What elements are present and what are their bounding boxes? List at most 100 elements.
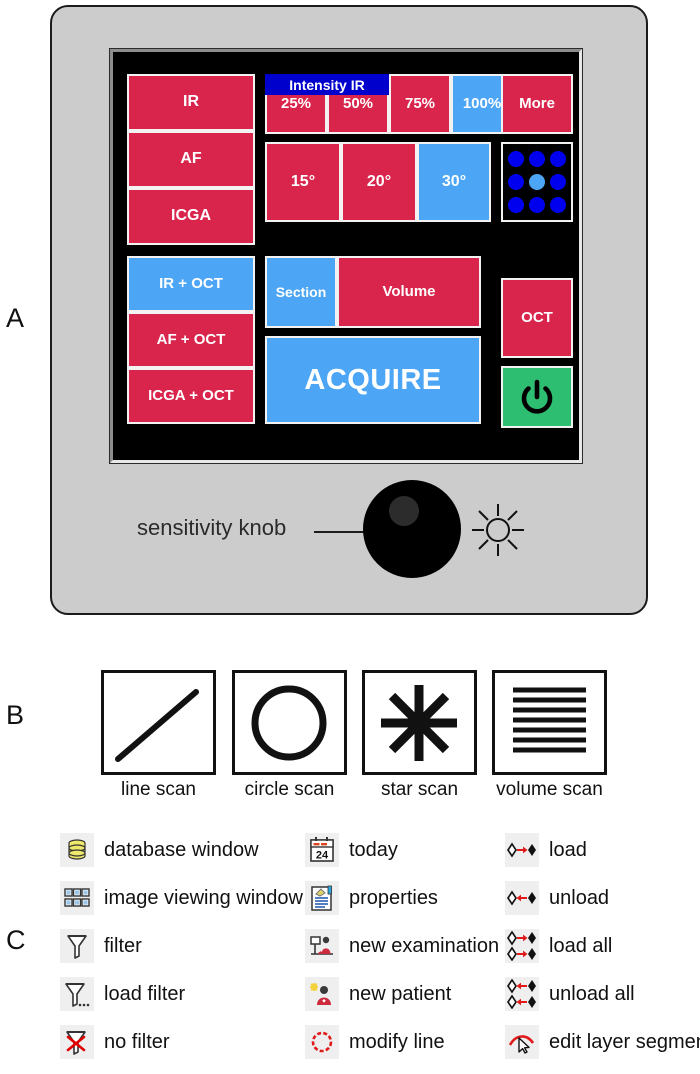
scan-caption: circle scan (244, 779, 335, 800)
legend-item-properties: properties (305, 874, 505, 922)
knob-indicator-dot (389, 496, 419, 526)
edit-layer-segmentation-icon[interactable] (505, 1025, 539, 1059)
circle-scan-icon (251, 685, 327, 761)
button-icga-oct[interactable]: ICGA + OCT (127, 368, 255, 424)
database-window-icon[interactable] (60, 833, 94, 867)
legend-label: unload all (549, 982, 635, 1005)
legend-label: properties (349, 886, 438, 909)
touchscreen-bezel: IR AF ICGA 25% 50% 75% 100% Intensity IR… (109, 48, 583, 464)
knob-leader-line (314, 531, 370, 533)
legend-item-unload: unload (505, 874, 700, 922)
button-section[interactable]: Section (265, 256, 337, 328)
legend-label: load all (549, 934, 613, 957)
intensity-group-title: Intensity IR (265, 74, 389, 95)
scan-caption: volume scan (496, 779, 603, 800)
legend-column-3: load unload load all unload all edit lay… (505, 826, 700, 1066)
legend-item-load-all: load all (505, 922, 700, 970)
load-icon[interactable] (505, 833, 539, 867)
legend-item-new-patient: new patient (305, 970, 505, 1018)
fixation-target-grid[interactable] (501, 142, 573, 222)
fixation-dot[interactable] (508, 197, 525, 214)
scan-item-volume: volume scan (492, 670, 607, 801)
legend-label: new patient (349, 982, 452, 1005)
sensitivity-knob-label: sensitivity knob (137, 515, 287, 540)
brightness-sun-icon (472, 504, 524, 556)
scan-caption: line scan (121, 779, 196, 800)
power-icon (521, 379, 553, 414)
button-more[interactable]: More (501, 74, 573, 134)
fixation-dot[interactable] (549, 173, 566, 190)
button-ir[interactable]: IR (127, 74, 255, 131)
button-angle-20[interactable]: 20° (341, 142, 417, 222)
scan-icon-box (101, 670, 216, 775)
filter-icon[interactable] (60, 929, 94, 963)
legend-label: filter (104, 934, 142, 957)
legend-item-image-viewing-window: image viewing window (60, 874, 310, 922)
scan-item-line: line scan (101, 670, 216, 801)
button-ir-oct[interactable]: IR + OCT (127, 256, 255, 312)
button-af-oct[interactable]: AF + OCT (127, 312, 255, 368)
line-scan-icon (115, 689, 199, 762)
sensitivity-knob[interactable] (363, 480, 461, 578)
scan-item-circle: circle scan (232, 670, 347, 801)
no-filter-icon[interactable] (60, 1025, 94, 1059)
legend-label: load (549, 838, 587, 861)
button-intensity-75[interactable]: 75% (389, 74, 451, 134)
button-power[interactable] (501, 366, 573, 428)
new-patient-icon[interactable] (305, 977, 339, 1011)
legend-item-no-filter: no filter (60, 1018, 310, 1066)
unload-icon[interactable] (505, 881, 539, 915)
modify-line-icon[interactable] (305, 1025, 339, 1059)
scan-item-star: star scan (362, 670, 477, 801)
legend-item-today: 24 today (305, 826, 505, 874)
properties-icon[interactable] (305, 881, 339, 915)
button-acquire[interactable]: ACQUIRE (265, 336, 481, 424)
legend-label: edit layer segmentation (549, 1030, 700, 1053)
device-body: IR AF ICGA 25% 50% 75% 100% Intensity IR… (50, 5, 648, 615)
scan-caption: star scan (380, 779, 459, 800)
fixation-dot[interactable] (508, 173, 525, 190)
unload-all-icon[interactable] (505, 977, 539, 1011)
legend-item-new-examination: new examination (305, 922, 505, 970)
legend-label: modify line (349, 1030, 445, 1053)
panel-label-a: A (6, 303, 25, 333)
button-angle-30[interactable]: 30° (417, 142, 491, 222)
svg-text:24: 24 (316, 850, 329, 862)
scan-icon-box (362, 670, 477, 775)
fixation-dot[interactable] (528, 197, 545, 214)
fixation-dot-selected[interactable] (528, 173, 545, 190)
legend-item-load-filter: load filter (60, 970, 310, 1018)
fixation-dot[interactable] (508, 150, 525, 167)
button-af[interactable]: AF (127, 131, 255, 188)
legend-label: new examination (349, 934, 500, 957)
today-calendar-icon[interactable]: 24 (305, 833, 339, 867)
legend-item-modify-line: modify line (305, 1018, 505, 1066)
legend-item-edit-layer-segmentation: edit layer segmentation (505, 1018, 700, 1066)
legend-label: image viewing window (104, 886, 303, 909)
load-filter-icon[interactable] (60, 977, 94, 1011)
new-examination-icon[interactable] (305, 929, 339, 963)
image-viewing-window-icon[interactable] (60, 881, 94, 915)
fixation-dot[interactable] (549, 150, 566, 167)
star-scan-icon (381, 685, 457, 761)
legend-label: today (349, 838, 398, 861)
volume-scan-icon (513, 687, 586, 753)
fixation-dot[interactable] (528, 150, 545, 167)
legend-item-unload-all: unload all (505, 970, 700, 1018)
legend-item-load: load (505, 826, 700, 874)
scan-icon-box (232, 670, 347, 775)
button-oct[interactable]: OCT (501, 278, 573, 358)
button-angle-15[interactable]: 15° (265, 142, 341, 222)
legend-label: unload (549, 886, 610, 909)
fixation-dot[interactable] (549, 197, 566, 214)
legend-label: load filter (104, 982, 186, 1005)
scan-pattern-legend: line scan circle scan star scan volume s… (0, 660, 700, 815)
legend-item-filter: filter (60, 922, 310, 970)
legend-item-database-window: database window (60, 826, 310, 874)
button-icga[interactable]: ICGA (127, 188, 255, 245)
panel-label-c: C (6, 925, 26, 955)
touchscreen: IR AF ICGA 25% 50% 75% 100% Intensity IR… (113, 52, 579, 460)
load-all-icon[interactable] (505, 929, 539, 963)
button-volume[interactable]: Volume (337, 256, 481, 328)
legend-label: no filter (104, 1030, 170, 1053)
